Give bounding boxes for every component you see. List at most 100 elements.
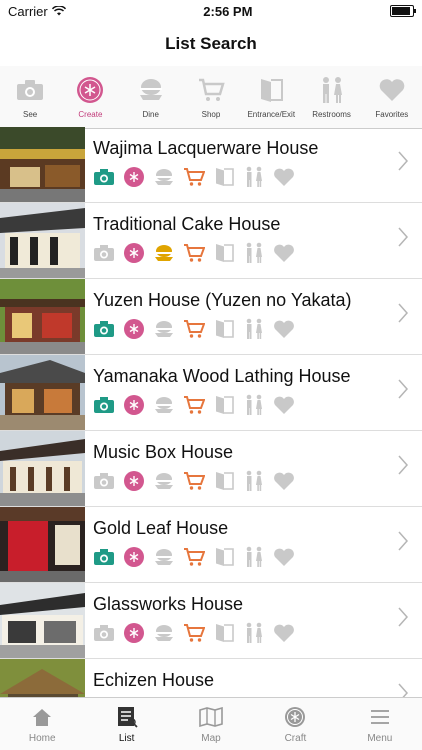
battery-icon	[390, 5, 416, 17]
craft-badge-icon	[76, 76, 104, 104]
filter-label: Restrooms	[312, 109, 351, 119]
camera-icon	[93, 394, 115, 416]
dish-icon	[153, 622, 175, 644]
filter-label: Entrance/Exit	[247, 109, 296, 119]
item-title: Gold Leaf House	[93, 517, 229, 538]
tab-bar: Home List Map Craft Menu	[0, 697, 422, 750]
thumbnail	[0, 431, 85, 506]
door-icon	[257, 76, 285, 104]
item-title: Yamanaka Wood Lathing House	[93, 365, 351, 386]
restroom-icon	[243, 546, 265, 568]
craft-icon	[281, 705, 309, 729]
filter-label: Create	[78, 109, 103, 119]
list-item[interactable]: Glassworks House	[0, 583, 422, 659]
list-item[interactable]: Music Box House	[0, 431, 422, 507]
list-item[interactable]: Wajima Lacquerware House	[0, 127, 422, 203]
craft-badge-icon	[123, 546, 145, 568]
thumbnail	[0, 203, 85, 278]
camera-icon	[93, 318, 115, 340]
filter-see[interactable]: See	[0, 66, 60, 128]
item-title: Echizen House	[93, 669, 215, 690]
home-icon	[28, 705, 56, 729]
tab-label: Craft	[284, 732, 307, 744]
filter-create[interactable]: Create	[60, 66, 120, 128]
door-icon	[213, 394, 235, 416]
item-title: Music Box House	[93, 441, 234, 462]
cart-icon	[183, 242, 205, 264]
craft-badge-icon	[123, 318, 145, 340]
dish-icon	[137, 76, 165, 104]
door-icon	[213, 318, 235, 340]
restroom-icon	[243, 166, 265, 188]
category-filter-bar: See Create Dine Shop Entrance/Exit Restr…	[0, 66, 422, 129]
list-item[interactable]: Yuzen House (Yuzen no Yakata)	[0, 279, 422, 355]
chevron-right-icon	[398, 379, 408, 399]
door-icon	[213, 242, 235, 264]
heart-icon	[378, 76, 406, 104]
tab-craft[interactable]: Craft	[253, 698, 337, 750]
chevron-right-icon	[398, 607, 408, 627]
list-icon	[113, 705, 141, 729]
restroom-icon	[243, 470, 265, 492]
map-icon	[197, 705, 225, 729]
item-title: Yuzen House (Yuzen no Yakata)	[93, 289, 352, 310]
camera-icon	[93, 546, 115, 568]
heart-icon[interactable]	[273, 318, 295, 340]
wifi-icon	[51, 6, 66, 16]
door-icon	[213, 470, 235, 492]
dish-icon	[153, 394, 175, 416]
camera-icon	[93, 242, 115, 264]
status-bar: Carrier 2:56 PM	[0, 0, 422, 22]
carrier-label: Carrier	[8, 3, 48, 19]
tab-list[interactable]: List	[84, 698, 168, 750]
tab-label: Home	[28, 732, 56, 744]
filter-favorites[interactable]: Favorites	[362, 66, 422, 128]
filter-label: Shop	[201, 109, 221, 119]
cart-icon	[183, 394, 205, 416]
tab-home[interactable]: Home	[0, 698, 84, 750]
chevron-right-icon	[398, 455, 408, 475]
filter-label: Dine	[142, 109, 159, 119]
filter-dine[interactable]: Dine	[121, 66, 181, 128]
facility-list: Wajima Lacquerware House Traditional Cak…	[0, 127, 422, 698]
cart-icon	[183, 318, 205, 340]
tab-menu[interactable]: Menu	[338, 698, 422, 750]
heart-icon[interactable]	[273, 166, 295, 188]
filter-label: See	[23, 109, 38, 119]
cart-icon	[183, 622, 205, 644]
camera-icon	[93, 470, 115, 492]
restroom-icon	[243, 318, 265, 340]
heart-icon[interactable]	[273, 622, 295, 644]
craft-badge-icon	[123, 470, 145, 492]
heart-icon[interactable]	[273, 394, 295, 416]
thumbnail	[0, 507, 85, 582]
filter-entrance-exit[interactable]: Entrance/Exit	[241, 66, 301, 128]
camera-icon	[93, 166, 115, 188]
list-item[interactable]: Traditional Cake House	[0, 203, 422, 279]
item-title: Wajima Lacquerware House	[93, 137, 319, 158]
item-title: Traditional Cake House	[93, 213, 281, 234]
list-item[interactable]: Yamanaka Wood Lathing House	[0, 355, 422, 431]
list-item[interactable]: Echizen House	[0, 659, 422, 698]
craft-badge-icon	[123, 394, 145, 416]
chevron-right-icon	[398, 683, 408, 698]
dish-icon	[153, 470, 175, 492]
filter-restrooms[interactable]: Restrooms	[301, 66, 361, 128]
chevron-right-icon	[398, 303, 408, 323]
thumbnail	[0, 355, 85, 430]
heart-icon[interactable]	[273, 470, 295, 492]
tab-map[interactable]: Map	[169, 698, 253, 750]
chevron-right-icon	[398, 151, 408, 171]
tab-label: List	[118, 732, 135, 744]
menu-icon	[366, 705, 394, 729]
heart-icon[interactable]	[273, 546, 295, 568]
camera-icon	[93, 622, 115, 644]
list-item[interactable]: Gold Leaf House	[0, 507, 422, 583]
door-icon	[213, 546, 235, 568]
tab-label: Menu	[367, 732, 393, 744]
craft-badge-icon	[123, 622, 145, 644]
filter-shop[interactable]: Shop	[181, 66, 241, 128]
heart-icon[interactable]	[273, 242, 295, 264]
cart-icon	[197, 76, 225, 104]
clock: 2:56 PM	[203, 3, 253, 19]
